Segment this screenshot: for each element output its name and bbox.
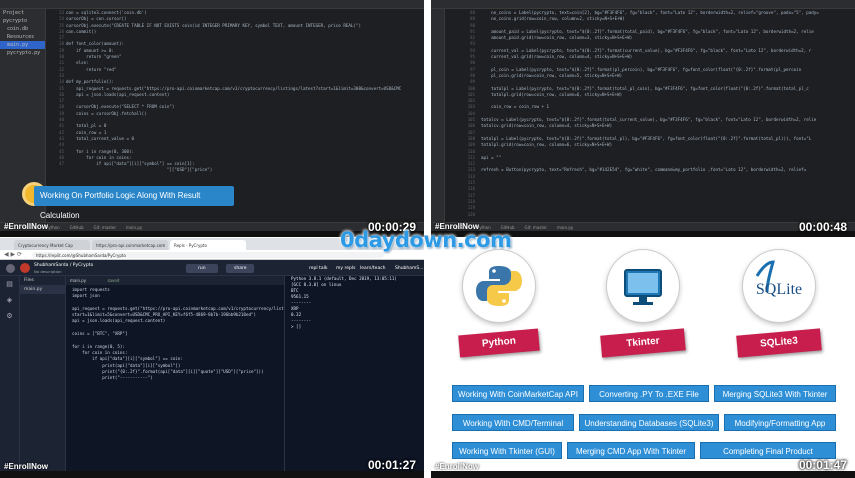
replit-header: ShubhamSarda / PyCrypto No description r… — [0, 260, 424, 276]
topic-chip: Understanding Databases (SQLite3) — [579, 414, 719, 431]
repl-owner[interactable]: ShubhamSarda / PyCrypto — [34, 263, 93, 268]
topic-callout: Working On Portfolio Logic Along With Re… — [34, 186, 234, 220]
python-logo — [463, 250, 535, 322]
video-thumbnail-4[interactable]: Python Tkinter SQLite SQLite3 Working Wi… — [431, 238, 855, 478]
video-thumbnail-2[interactable]: 88 89 90 91 92 93 94 95 96 97 98 99 100 101 102 103 104 1… — [431, 0, 855, 238]
status-item[interactable]: GitHub — [70, 225, 84, 230]
nav-arrows-icon[interactable]: ◀ ▶ ⟳ — [4, 251, 22, 258]
topic-chip: Working With Tkinter (GUI) — [452, 442, 562, 459]
video-bar — [431, 471, 855, 478]
share-button[interactable]: share — [226, 264, 255, 273]
topic-chip: Working With CMD/Terminal — [452, 414, 574, 431]
enroll-tag: #EnrollNow — [4, 462, 49, 471]
line-gutter: 88 89 90 91 92 93 94 95 96 97 98 99 100 101 102 103 104 1… — [461, 10, 475, 222]
status-item[interactable]: Git: master — [525, 225, 548, 230]
timestamp: 00:00:48 — [798, 220, 847, 234]
tech-label: Tkinter — [600, 328, 686, 358]
code-line: print("-----------") — [72, 375, 153, 381]
ide-toolbar — [431, 0, 855, 9]
status-item[interactable]: Git: master — [94, 225, 117, 230]
status-item[interactable]: main.py — [126, 225, 142, 230]
topic-chip: Working With CoinMarketCap API — [452, 385, 584, 402]
sqlite-logo: SQLite — [743, 250, 815, 322]
enroll-tag: #EnrollNow — [4, 222, 49, 231]
code-editor[interactable]: no_coins = Label(pycrypto, text=coin[2],… — [481, 10, 855, 220]
tech-label: SQLite3 — [736, 328, 822, 358]
watermark: 0daydown.com — [340, 228, 512, 252]
saved-status: saved — [107, 278, 120, 283]
topic-chip: Converting .PY To .EXE File — [589, 385, 709, 402]
video-thumbnail-1[interactable]: Project pycrypto coin.db Resources main.… — [0, 0, 424, 238]
tech-label: Python — [458, 328, 540, 358]
nav-user[interactable]: ShubhamS... — [390, 264, 424, 273]
editor-tab[interactable]: main.py — [70, 278, 86, 283]
ide-toolbar — [0, 0, 424, 9]
tree-item[interactable]: coin.db — [0, 25, 45, 33]
code-line: refresh = Button(pycrypto, text="Refresh… — [481, 167, 807, 173]
tree-item[interactable]: pycrypto.py — [0, 49, 45, 57]
tkinter-logo — [607, 250, 679, 322]
code-line: > [] — [291, 324, 302, 329]
code-line: api_request = requests.get("https://pro-… — [66, 85, 402, 91]
tree-item[interactable]: pycrypto — [0, 17, 45, 25]
code-line: totalpl = Label(pycrypto, text="${0:.2f}… — [481, 85, 809, 91]
topic-chip: Completing Final Product — [700, 442, 836, 459]
python-icon — [476, 266, 522, 306]
nav-talk[interactable]: repl talk — [304, 264, 332, 273]
file-item[interactable]: main.py — [20, 285, 65, 294]
project-title: Project — [3, 10, 25, 16]
monitor-icon — [624, 269, 662, 305]
avatar[interactable] — [20, 263, 30, 273]
run-button[interactable]: run — [186, 264, 218, 273]
status-item[interactable]: main.py — [557, 225, 573, 230]
enroll-tag: #EnrollNow — [435, 462, 480, 471]
code-line: 47 — [59, 161, 64, 167]
video-thumbnail-3[interactable]: Cryptocurrency Market Cap https://pro-ap… — [0, 238, 424, 478]
video-bar — [0, 471, 424, 478]
replit-sidebar: ▤ ◈ ⚙ — [0, 276, 20, 471]
files-title: Files — [24, 278, 34, 283]
sqlite-icon: SQLite — [755, 260, 802, 298]
browser-tab[interactable]: Repls - PyCrypto — [170, 240, 246, 250]
files-panel: Files main.py — [20, 276, 66, 471]
topic-chip: Merging CMD App With Tkinter — [567, 442, 695, 459]
tree-item[interactable]: main.py — [0, 41, 45, 49]
tool-strip — [431, 9, 445, 222]
repl-description: No description — [34, 269, 62, 274]
code-editor[interactable]: main.py saved import requests import json… — [66, 276, 314, 471]
topic-chip: Modifying/Formatting App — [724, 414, 836, 431]
package-icon[interactable]: ◈ — [0, 292, 19, 308]
tree-item[interactable]: Resources — [0, 33, 45, 41]
topic-chip: Merging SQLite3 With Tkinter — [714, 385, 836, 402]
console-output[interactable]: Python 3.8.1 (default, Dec 2019, 13:05:1… — [284, 276, 424, 471]
browser-tab[interactable]: https://pro-api.coinmarketcap.com — [92, 240, 168, 250]
code-line: "]["USD"]["price") — [66, 167, 213, 173]
settings-icon[interactable]: ⚙ — [0, 308, 19, 324]
url-input[interactable]: https://replit.com/@ShubhamSarda/PyCrypt… — [32, 252, 384, 258]
replit-logo-icon[interactable] — [6, 264, 15, 273]
file-icon[interactable]: ▤ — [0, 276, 19, 292]
nav-learn[interactable]: learn/teach — [355, 264, 391, 273]
sqlite-wordmark: SQLite — [756, 281, 802, 298]
timestamp: 00:01:47 — [798, 458, 847, 472]
timestamp: 00:01:27 — [367, 458, 416, 472]
code-line: 120 — [467, 211, 475, 217]
browser-tab[interactable]: Cryptocurrency Market Cap — [14, 240, 90, 250]
